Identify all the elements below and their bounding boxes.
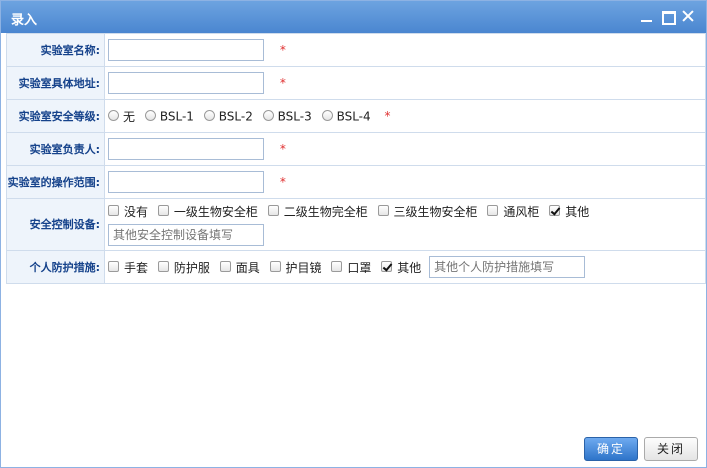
- safety-level-option-bsl1[interactable]: BSL-1: [144, 109, 194, 123]
- checkbox[interactable]: [157, 260, 169, 272]
- maximize-icon[interactable]: [660, 8, 676, 25]
- operation-scope-label: 实验室的操作范围:: [6, 165, 105, 199]
- device-option-class3-cabinet[interactable]: 三级生物安全柜: [377, 203, 478, 220]
- checkbox[interactable]: [267, 205, 279, 216]
- radio-button[interactable]: [203, 109, 215, 121]
- title-bar[interactable]: 录入: [1, 1, 706, 33]
- other-device-input[interactable]: [108, 224, 264, 246]
- required-mark: *: [384, 109, 391, 123]
- safety-devices-label: 安全控制设备:: [6, 198, 105, 251]
- safety-level-option-none[interactable]: 无: [108, 108, 135, 125]
- required-mark: *: [279, 76, 286, 90]
- row-ppe: 个人防护措施: 手套 防护服 面具 护目镜 口罩 其他: [6, 250, 706, 284]
- safety-level-label: 实验室安全等级:: [6, 99, 105, 133]
- lab-name-input[interactable]: [108, 39, 264, 61]
- ppe-option-mask[interactable]: 面具: [219, 259, 260, 276]
- lab-name-label: 实验室名称:: [6, 33, 105, 67]
- ppe-option-face-mask[interactable]: 口罩: [331, 259, 371, 276]
- lab-owner-input[interactable]: [108, 138, 264, 160]
- safety-level-option-bsl4[interactable]: BSL-4: [321, 109, 371, 123]
- radio-button[interactable]: [108, 109, 119, 121]
- checkbox[interactable]: [219, 260, 231, 272]
- row-safety-devices: 安全控制设备: 没有 一级生物安全柜 二级生物完全柜 三级生物安全柜 通风柜 其…: [6, 198, 706, 251]
- ppe-label: 个人防护措施:: [6, 250, 105, 284]
- ppe-option-other[interactable]: 其他: [381, 259, 421, 276]
- close-button[interactable]: 关闭: [644, 437, 698, 461]
- required-mark: *: [279, 43, 286, 57]
- checkbox[interactable]: [108, 260, 119, 272]
- minimize-icon[interactable]: [639, 8, 655, 24]
- row-operation-scope: 实验室的操作范围: *: [6, 165, 706, 199]
- window-title: 录入: [11, 13, 38, 28]
- confirm-button[interactable]: 确定: [584, 437, 638, 461]
- checkbox[interactable]: [487, 205, 499, 216]
- row-lab-name: 实验室名称: *: [6, 33, 706, 67]
- checkbox[interactable]: [377, 205, 389, 216]
- checkbox[interactable]: [269, 260, 281, 272]
- operation-scope-input[interactable]: [108, 171, 264, 193]
- row-lab-address: 实验室具体地址: *: [6, 66, 706, 100]
- checkbox[interactable]: [331, 260, 343, 272]
- radio-button[interactable]: [144, 109, 156, 121]
- entry-form: 实验室名称: * 实验室具体地址: * 实验室安全等级: 无 BSL-1 BSL…: [6, 33, 706, 284]
- close-icon[interactable]: [680, 8, 696, 24]
- ppe-option-suit[interactable]: 防护服: [157, 259, 210, 276]
- required-mark: *: [279, 142, 286, 156]
- radio-button[interactable]: [321, 109, 333, 121]
- ppe-option-gloves[interactable]: 手套: [108, 259, 148, 276]
- lab-owner-label: 实验室负责人:: [6, 132, 105, 166]
- required-mark: *: [279, 175, 286, 189]
- ppe-option-goggles[interactable]: 护目镜: [269, 259, 322, 276]
- device-option-fume-hood[interactable]: 通风柜: [487, 203, 539, 220]
- radio-button[interactable]: [262, 109, 274, 121]
- other-ppe-input[interactable]: [429, 256, 586, 278]
- checkbox-checked[interactable]: [549, 205, 561, 216]
- device-option-class1-cabinet[interactable]: 一级生物安全柜: [157, 203, 258, 220]
- lab-address-input[interactable]: [108, 72, 264, 94]
- device-option-other[interactable]: 其他: [549, 203, 589, 220]
- checkbox[interactable]: [108, 205, 119, 216]
- device-option-none[interactable]: 没有: [108, 203, 148, 220]
- safety-level-option-bsl3[interactable]: BSL-3: [262, 109, 312, 123]
- row-lab-owner: 实验室负责人: *: [6, 132, 706, 166]
- safety-level-option-bsl2[interactable]: BSL-2: [203, 109, 253, 123]
- device-option-class2-cabinet[interactable]: 二级生物完全柜: [267, 203, 368, 220]
- checkbox[interactable]: [157, 205, 169, 216]
- dialog-window: 录入 实验室名称: * 实验室具体地址: * 实验室安全等级: 无 BSL-1 …: [0, 0, 707, 468]
- checkbox-checked[interactable]: [381, 260, 393, 272]
- row-safety-level: 实验室安全等级: 无 BSL-1 BSL-2 BSL-3 BSL-4 *: [6, 99, 706, 133]
- lab-address-label: 实验室具体地址:: [6, 66, 105, 100]
